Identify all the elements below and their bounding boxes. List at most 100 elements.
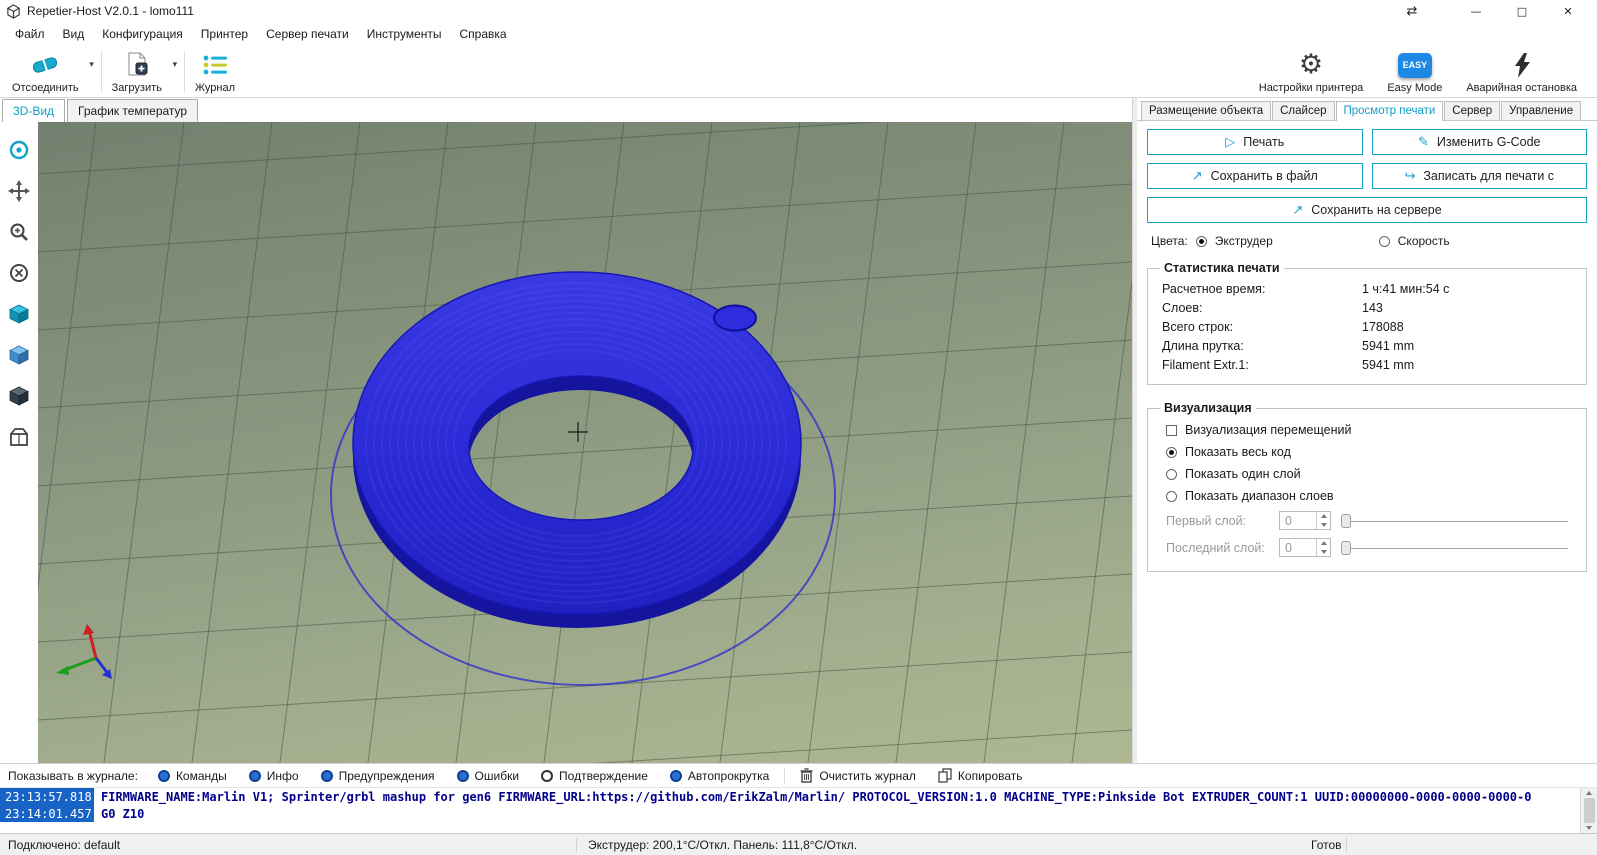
print-preview-panel: ▷ Печать ✎ Изменить G-Code ↗ Сохранить в… xyxy=(1137,121,1597,763)
log-message: FIRMWARE_NAME:Marlin V1; Sprinter/grbl m… xyxy=(94,790,1531,804)
tab-server[interactable]: Сервер xyxy=(1444,101,1500,120)
stat-value: 5941 mm xyxy=(1362,358,1414,372)
log-icon xyxy=(202,51,228,79)
tab-print-preview[interactable]: Просмотр печати xyxy=(1336,101,1444,121)
last-layer-slider-handle[interactable] xyxy=(1341,541,1351,555)
speed-radio[interactable] xyxy=(1379,236,1390,247)
printed-object-torus xyxy=(353,272,801,628)
origin-crosshair xyxy=(568,422,588,442)
toggle-errors[interactable]: Ошибки xyxy=(447,764,530,787)
load-button[interactable]: Загрузить xyxy=(105,46,169,97)
save-for-sd-button[interactable]: ↪ Записать для печати с xyxy=(1372,163,1588,189)
first-layer-spinner[interactable]: 0 xyxy=(1279,511,1331,530)
print-icon: ▷ xyxy=(1225,135,1235,150)
menu-view[interactable]: Вид xyxy=(54,23,94,45)
show-travel-checkbox[interactable] xyxy=(1166,425,1177,436)
tab-slicer[interactable]: Слайсер xyxy=(1272,101,1334,120)
menu-printer[interactable]: Принтер xyxy=(192,23,257,45)
save-to-server-button[interactable]: ↗ Сохранить на сервере xyxy=(1147,197,1587,223)
disconnect-dropdown-caret[interactable]: ▾ xyxy=(86,46,98,97)
emergency-stop-button[interactable]: Аварийная остановка xyxy=(1459,46,1584,97)
first-layer-slider[interactable] xyxy=(1341,512,1568,530)
visualization-title: Визуализация xyxy=(1160,401,1256,415)
3d-viewport[interactable] xyxy=(38,122,1132,763)
toolbar-right-group: ⚙ Настройки принтера EASY Easy Mode Авар… xyxy=(1252,46,1592,97)
info-label: Инфо xyxy=(267,769,299,783)
tab-object-placement[interactable]: Размещение объекта xyxy=(1141,101,1271,120)
tab-temperature-graph[interactable]: График температур xyxy=(67,99,198,122)
scrollbar-thumb[interactable] xyxy=(1584,798,1595,823)
stat-label: Слоев: xyxy=(1162,301,1362,315)
last-layer-spin-buttons[interactable] xyxy=(1316,539,1330,556)
last-layer-spinner[interactable]: 0 xyxy=(1279,538,1331,557)
rotate-view-icon[interactable] xyxy=(7,138,31,162)
easy-mode-button[interactable]: EASY Easy Mode xyxy=(1380,46,1449,97)
first-layer-spin-buttons[interactable] xyxy=(1316,512,1330,529)
connection-status: Подключено: default xyxy=(8,838,120,852)
toggle-warnings[interactable]: Предупреждения xyxy=(311,764,445,787)
edit-gcode-button[interactable]: ✎ Изменить G-Code xyxy=(1372,129,1588,155)
menu-config[interactable]: Конфигурация xyxy=(93,23,192,45)
clear-log-button[interactable]: Очистить журнал xyxy=(790,764,926,787)
scroll-up-icon[interactable] xyxy=(1586,791,1592,795)
log-scrollbar[interactable] xyxy=(1580,788,1597,833)
session-arrows-icon[interactable]: ⇄ xyxy=(1389,0,1435,22)
load-dropdown-caret[interactable]: ▾ xyxy=(169,46,181,97)
log-toggle-button[interactable]: Журнал xyxy=(188,46,242,97)
show-complete-code-label: Показать весь код xyxy=(1185,445,1291,459)
toolbar-separator xyxy=(101,51,102,92)
copy-icon xyxy=(938,768,952,783)
commands-label: Команды xyxy=(176,769,227,783)
isometric-view-icon[interactable] xyxy=(7,302,31,326)
zoom-view-icon[interactable] xyxy=(7,220,31,244)
last-layer-slider[interactable] xyxy=(1341,539,1568,557)
top-view-icon[interactable] xyxy=(7,384,31,408)
move-view-icon[interactable] xyxy=(7,179,31,203)
menu-tools[interactable]: Инструменты xyxy=(358,23,451,45)
show-complete-code-radio[interactable] xyxy=(1166,447,1177,458)
log-toolbar: Показывать в журнале: Команды Инфо Преду… xyxy=(0,763,1597,787)
3d-scene xyxy=(38,122,1132,763)
toggle-info[interactable]: Инфо xyxy=(239,764,309,787)
show-layer-range-radio[interactable] xyxy=(1166,491,1177,502)
show-bed-icon[interactable] xyxy=(7,425,31,449)
print-statistics-group: Статистика печати Расчетное время: 1 ч:4… xyxy=(1147,261,1587,385)
menu-file[interactable]: Файл xyxy=(6,23,54,45)
tab-3d-view[interactable]: 3D-Вид xyxy=(2,99,65,122)
toggle-commands[interactable]: Команды xyxy=(148,764,237,787)
save-for-sd-label: Записать для печати с xyxy=(1423,169,1554,183)
copy-log-button[interactable]: Копировать xyxy=(928,764,1033,787)
log-timestamp: 23:14:01.457 xyxy=(0,805,94,822)
first-layer-slider-handle[interactable] xyxy=(1341,514,1351,528)
errors-dot-icon xyxy=(457,770,469,782)
show-single-layer-radio[interactable] xyxy=(1166,469,1177,480)
menu-help[interactable]: Справка xyxy=(451,23,516,45)
printer-settings-button[interactable]: ⚙ Настройки принтера xyxy=(1252,46,1371,97)
move-object-icon[interactable] xyxy=(7,261,31,285)
print-button[interactable]: ▷ Печать xyxy=(1147,129,1363,155)
show-travel-row: Визуализация перемещений xyxy=(1158,419,1576,441)
last-layer-row: Последний слой: 0 xyxy=(1158,534,1576,561)
close-button[interactable]: ✕ xyxy=(1545,0,1591,22)
log-view: 23:13:57.818 FIRMWARE_NAME:Marlin V1; Sp… xyxy=(0,787,1597,833)
scroll-down-icon[interactable] xyxy=(1586,826,1592,830)
show-single-layer-label: Показать один слой xyxy=(1185,467,1301,481)
stat-label: Расчетное время: xyxy=(1162,282,1362,296)
extruder-radio[interactable] xyxy=(1196,236,1207,247)
minimize-button[interactable]: — xyxy=(1453,0,1499,22)
easy-mode-label: Easy Mode xyxy=(1387,82,1442,94)
errors-label: Ошибки xyxy=(475,769,520,783)
server-export-icon: ↗ xyxy=(1292,203,1303,218)
menu-print-server[interactable]: Сервер печати xyxy=(257,23,358,45)
first-layer-label: Первый слой: xyxy=(1166,514,1269,528)
maximize-button[interactable]: □ xyxy=(1499,0,1545,22)
toggle-ack[interactable]: Подтверждение xyxy=(531,764,658,787)
log-timestamp: 23:13:57.818 xyxy=(0,788,94,805)
front-view-icon[interactable] xyxy=(7,343,31,367)
disconnect-button[interactable]: Отсоединить xyxy=(5,46,86,97)
toggle-autoscroll[interactable]: Автопрокрутка xyxy=(660,764,779,787)
tab-control[interactable]: Управление xyxy=(1501,101,1581,120)
save-to-file-button[interactable]: ↗ Сохранить в файл xyxy=(1147,163,1363,189)
commands-dot-icon xyxy=(158,770,170,782)
save-to-file-label: Сохранить в файл xyxy=(1211,169,1318,183)
